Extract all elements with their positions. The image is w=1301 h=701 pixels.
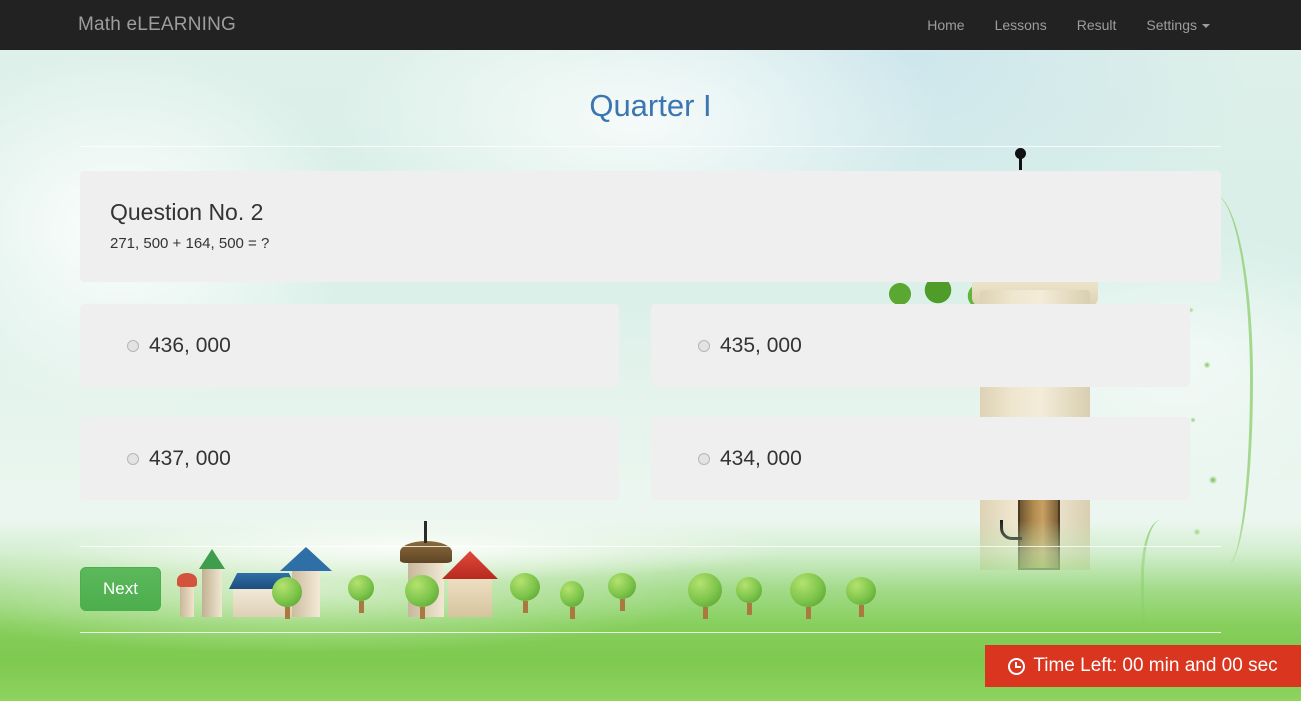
next-button[interactable]: Next [80, 567, 161, 611]
answer-option-2-label: 435, 000 [720, 333, 802, 357]
question-text: 271, 500 + 164, 500 = ? [110, 235, 270, 252]
nav-item-settings: Settings [1131, 0, 1225, 50]
actions-top-divider [80, 546, 1221, 547]
answer-option-3[interactable]: 437, 000 [80, 417, 619, 500]
nav-item-home: Home [912, 0, 979, 50]
top-navbar: Math eLEARNING Home Lessons Result Setti… [0, 0, 1301, 50]
question-heading: Question No. 2 [110, 199, 264, 225]
time-left-text: Time Left: 00 min and 00 sec [1033, 655, 1278, 676]
answer-option-3-label: 437, 000 [149, 446, 231, 470]
quiz-page: Math eLEARNING Home Lessons Result Setti… [0, 0, 1301, 701]
page-title: Quarter I [589, 88, 712, 123]
question-panel: Question No. 2 271, 500 + 164, 500 = ? [80, 171, 1221, 282]
nav-links: Home Lessons Result Settings [912, 0, 1225, 50]
nav-item-lessons: Lessons [980, 0, 1062, 50]
nav-link-result[interactable]: Result [1062, 0, 1132, 50]
answer-option-4-label: 434, 000 [720, 446, 802, 470]
nav-link-settings-label: Settings [1146, 17, 1197, 33]
nav-link-settings[interactable]: Settings [1131, 0, 1225, 50]
answer-radio-1[interactable] [127, 339, 139, 352]
nav-link-lessons[interactable]: Lessons [980, 0, 1062, 50]
answer-option-1[interactable]: 436, 000 [80, 304, 619, 387]
chevron-down-icon [1202, 24, 1210, 29]
answer-radio-2[interactable] [698, 339, 710, 352]
answer-option-4[interactable]: 434, 000 [651, 417, 1190, 500]
brand-link[interactable]: Math eLEARNING [78, 14, 236, 36]
answer-option-1-label: 436, 000 [149, 333, 231, 357]
nav-link-home[interactable]: Home [912, 0, 979, 50]
answer-radio-3[interactable] [127, 452, 139, 465]
answer-option-2[interactable]: 435, 000 [651, 304, 1190, 387]
answer-radio-4[interactable] [698, 452, 710, 465]
clock-icon [1008, 657, 1026, 675]
nav-item-result: Result [1062, 0, 1132, 50]
actions-bottom-divider [80, 632, 1221, 633]
answer-options: 436, 000 435, 000 437, 000 434, 000 [80, 304, 1221, 500]
title-divider [80, 146, 1221, 147]
actions-row: Next [80, 567, 1221, 611]
content-container: Quarter I Question No. 2 271, 500 + 164,… [0, 50, 1301, 633]
time-left-banner: Time Left: 00 min and 00 sec [985, 645, 1301, 687]
